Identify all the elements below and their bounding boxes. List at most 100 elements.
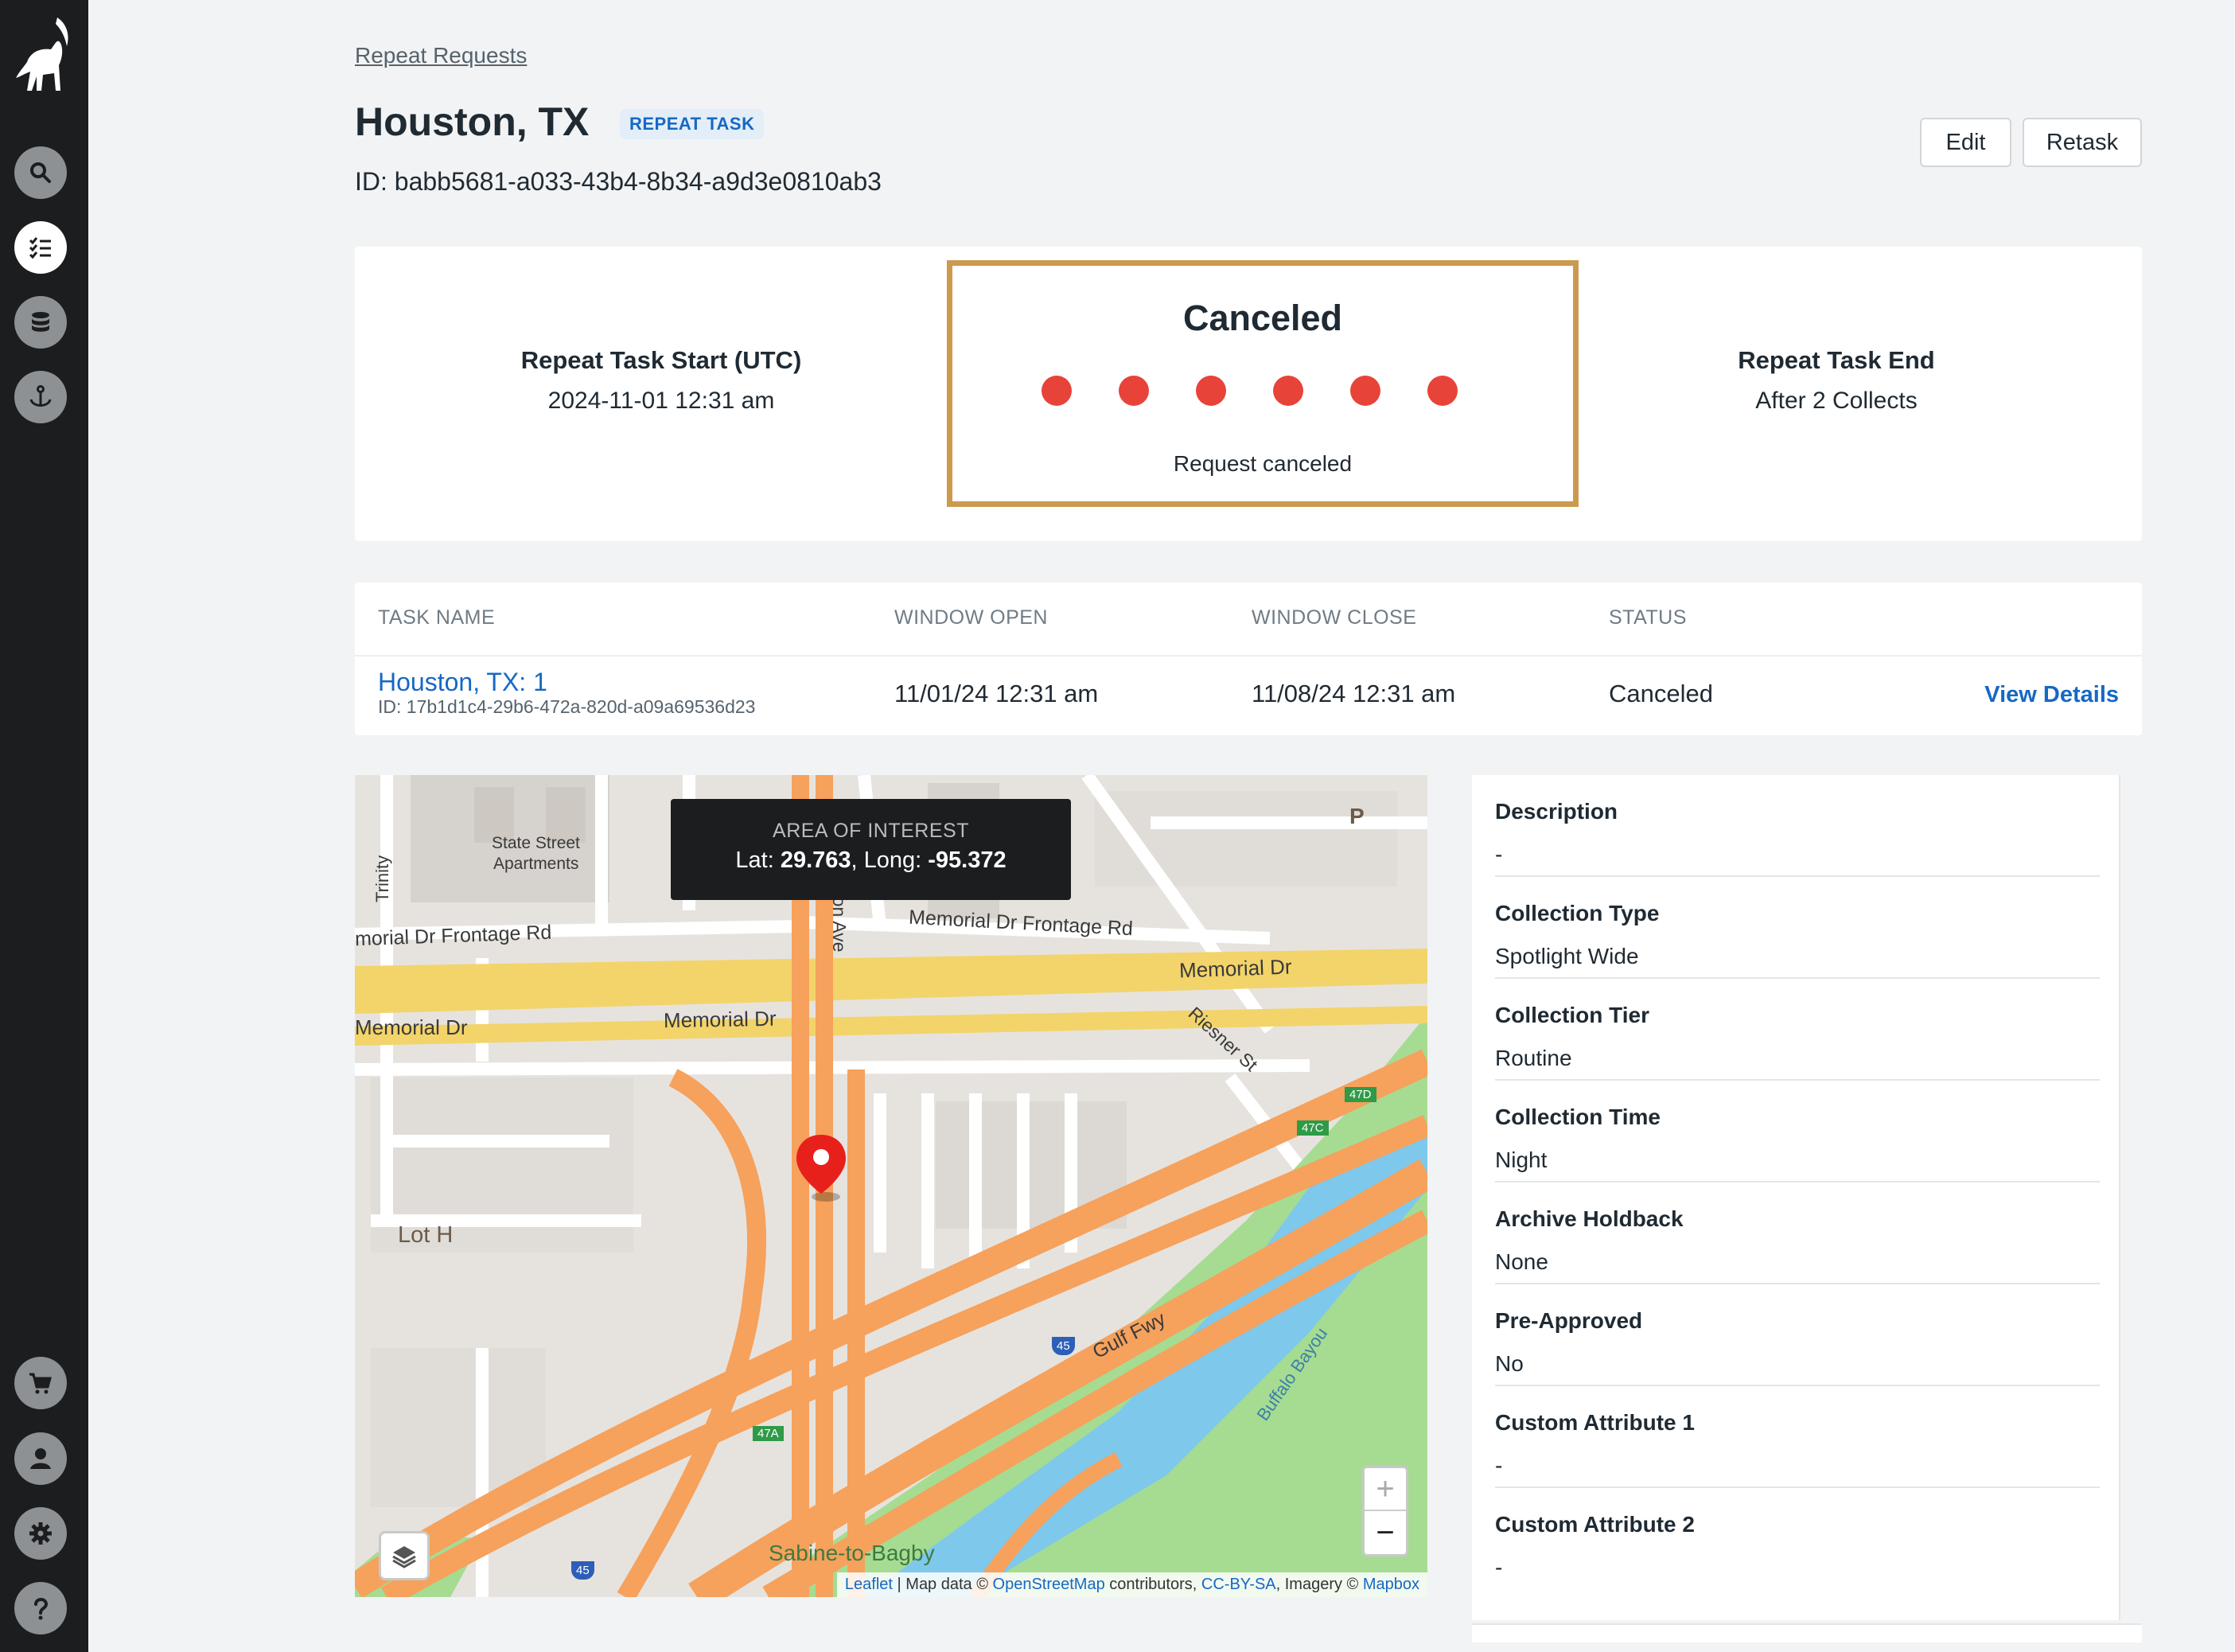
- column-header-status[interactable]: STATUS: [1609, 606, 1687, 629]
- attribution-text: , Imagery ©: [1275, 1576, 1363, 1593]
- map-label-apartments: Apartments: [493, 855, 579, 873]
- detail-value: No: [1495, 1351, 1524, 1376]
- page-title: Houston, TX: [355, 99, 590, 144]
- task-name-link[interactable]: Houston, TX: 1: [378, 668, 547, 697]
- nav-account-button[interactable]: [14, 1432, 67, 1485]
- map-label-state-street: State Street: [492, 834, 580, 852]
- detail-label: Custom Attribute 1: [1495, 1410, 1695, 1435]
- collect-dot: [1427, 376, 1458, 406]
- detail-collection-type: Collection Type Spotlight Wide: [1495, 877, 2100, 979]
- map-label-memorial-1: Memorial Dr: [355, 1015, 468, 1039]
- sidebar: [0, 0, 88, 1652]
- detail-label: Pre-Approved: [1495, 1308, 1643, 1333]
- osm-link[interactable]: OpenStreetMap: [993, 1576, 1105, 1593]
- collect-dots: [1042, 376, 1458, 406]
- collect-dot: [1042, 376, 1072, 406]
- status-title: Canceled: [1182, 298, 1343, 338]
- detail-label: Collection Type: [1495, 901, 1660, 925]
- retask-button[interactable]: Retask: [2023, 118, 2142, 167]
- map-attribution: Leaflet | Map data © OpenStreetMap contr…: [836, 1572, 1427, 1597]
- detail-label: Custom Attribute 2: [1495, 1512, 1695, 1537]
- detail-value: None: [1495, 1249, 1548, 1274]
- zoom-out-button[interactable]: −: [1365, 1511, 1406, 1554]
- checklist-icon: [29, 237, 51, 259]
- area-of-interest-tooltip: AREA OF INTEREST Lat: 29.763, Long: -95.…: [671, 799, 1071, 900]
- breadcrumb-repeat-requests[interactable]: Repeat Requests: [355, 43, 527, 68]
- zoom-control: + −: [1362, 1466, 1408, 1557]
- detail-custom-attribute-1: Custom Attribute 1 -: [1495, 1386, 2100, 1488]
- parking-icon: P: [1349, 804, 1365, 828]
- detail-collection-time: Collection Time Night: [1495, 1081, 2100, 1183]
- database-icon: [32, 312, 49, 332]
- user-icon: [30, 1448, 51, 1469]
- detail-value: -: [1495, 1453, 1503, 1478]
- edit-button[interactable]: Edit: [1920, 118, 2011, 167]
- gear-icon: [29, 1522, 52, 1545]
- column-header-window-open[interactable]: WINDOW OPEN: [894, 606, 1048, 629]
- search-icon: [30, 162, 51, 183]
- detail-description: Description -: [1495, 775, 2100, 877]
- task-id: ID: 17b1d1c4-29b6-472a-820d-a09a69536d23: [378, 696, 756, 717]
- help-icon: [34, 1598, 49, 1620]
- license-link[interactable]: CC-BY-SA: [1201, 1576, 1276, 1593]
- detail-pre-approved: Pre-Approved No: [1495, 1284, 2100, 1386]
- layers-icon: [392, 1546, 416, 1568]
- aoi-coordinates: Lat: 29.763, Long: -95.372: [671, 847, 1071, 874]
- nav-search-button[interactable]: [14, 146, 67, 199]
- map-label-memorial-2: Memorial Dr: [663, 1006, 777, 1033]
- i45-shield-icon: 45: [571, 1561, 594, 1580]
- detail-label: Archive Holdback: [1495, 1206, 1684, 1231]
- detail-custom-attribute-2: Custom Attribute 2 -: [1495, 1488, 2100, 1590]
- map-label-lot-h: Lot H: [398, 1222, 454, 1248]
- layers-button[interactable]: [379, 1531, 430, 1580]
- collect-dot: [1196, 376, 1226, 406]
- zoom-in-button[interactable]: +: [1365, 1468, 1406, 1511]
- map-label-sabine: Sabine-to-Bagby: [769, 1541, 935, 1565]
- anchor-icon: [29, 385, 52, 407]
- collect-dot: [1273, 376, 1303, 406]
- nav-settings-button[interactable]: [14, 1507, 67, 1560]
- map-label-memorial-3: Memorial Dr: [1178, 954, 1293, 983]
- details-panel: Description - Collection Type Spotlight Wi…: [1472, 775, 2120, 1620]
- repeat-end-value: After 2 Collects: [1755, 388, 1918, 414]
- repeat-start-value: 2024-11-01 12:31 am: [547, 388, 775, 414]
- detail-label: Description: [1495, 799, 1618, 824]
- nav-tasks-button[interactable]: [14, 221, 67, 274]
- collect-dot: [1350, 376, 1380, 406]
- task-table: TASK NAME WINDOW OPEN WINDOW CLOSE STATU…: [355, 582, 2142, 735]
- map[interactable]: State Street Apartments Trinity morial D…: [355, 775, 1427, 1597]
- exit-47c-sign: 47C: [1297, 1120, 1329, 1136]
- attribution-text: contributors,: [1104, 1576, 1201, 1593]
- window-open-value: 11/01/24 12:31 am: [894, 680, 1099, 707]
- nav-help-button[interactable]: [14, 1582, 67, 1634]
- cart-icon: [29, 1373, 52, 1394]
- detail-collection-tier: Collection Tier Routine: [1495, 979, 2100, 1081]
- detail-value: Spotlight Wide: [1495, 944, 1639, 968]
- mapbox-link[interactable]: Mapbox: [1363, 1576, 1419, 1593]
- exit-47a-sign: 47A: [753, 1426, 784, 1441]
- status-card: Repeat Task Start (UTC) 2024-11-01 12:31…: [355, 247, 2142, 541]
- nav-data-button[interactable]: [14, 296, 67, 349]
- details-panel-footer: [1472, 1623, 2142, 1642]
- detail-label: Collection Tier: [1495, 1003, 1649, 1027]
- lat-label: Lat:: [735, 847, 781, 873]
- request-id: ID: babb5681-a033-43b4-8b34-a9d3e0810ab3: [355, 167, 882, 196]
- column-header-task-name[interactable]: TASK NAME: [378, 606, 495, 629]
- detail-value: Routine: [1495, 1046, 1572, 1070]
- column-header-window-close[interactable]: WINDOW CLOSE: [1252, 606, 1416, 629]
- view-details-link[interactable]: View Details: [1984, 682, 2119, 708]
- status-value: Canceled: [1609, 680, 1713, 707]
- attribution-text: | Map data ©: [892, 1576, 993, 1593]
- status-subtitle: Request canceled: [1173, 451, 1353, 476]
- repeat-end-label: Repeat Task End: [1738, 346, 1935, 374]
- detail-archive-holdback: Archive Holdback None: [1495, 1183, 2100, 1284]
- table-divider: [355, 655, 2142, 657]
- nav-anchor-button[interactable]: [14, 371, 67, 423]
- repeat-start-label: Repeat Task Start (UTC): [520, 346, 802, 374]
- ibex-logo[interactable]: [11, 14, 75, 102]
- nav-cart-button[interactable]: [14, 1357, 67, 1409]
- aoi-title: AREA OF INTEREST: [773, 820, 969, 842]
- i45-shield-icon: 45: [1052, 1337, 1075, 1355]
- leaflet-link[interactable]: Leaflet: [845, 1576, 893, 1593]
- status-progress: Canceled Request canceled: [947, 260, 1579, 507]
